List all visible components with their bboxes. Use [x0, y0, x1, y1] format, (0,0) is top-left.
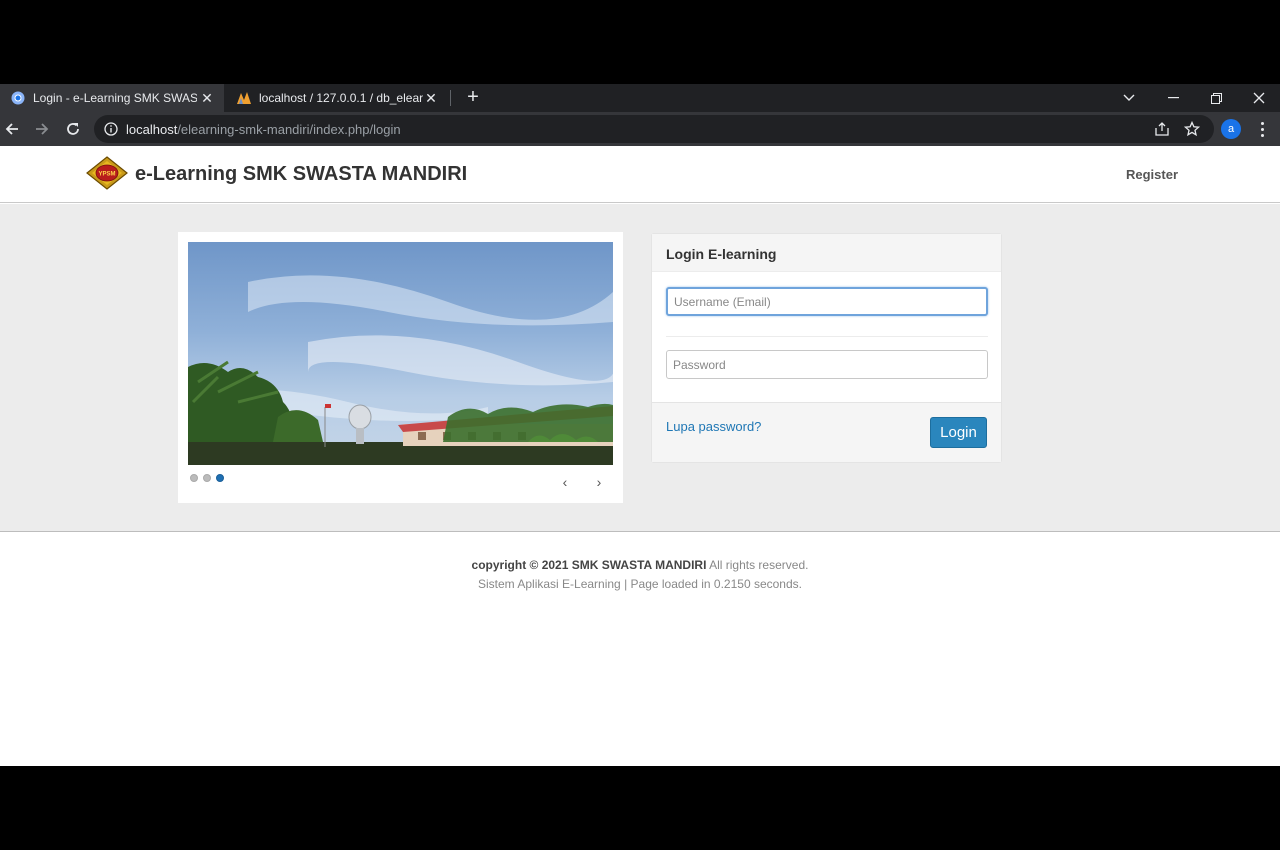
forward-icon[interactable] [30, 117, 54, 141]
profile-avatar[interactable]: a [1221, 119, 1241, 139]
restore-icon[interactable] [1195, 84, 1237, 112]
slider-dots [190, 474, 224, 482]
main-content: ‹ › Login E-learning Lupa password? Logi… [0, 204, 1280, 532]
browser-toolbar: localhost/elearning-smk-mandiri/index.ph… [0, 112, 1280, 146]
username-input[interactable] [666, 287, 988, 316]
site-brand[interactable]: e-Learning SMK SWASTA MANDIRI [135, 163, 467, 186]
password-input[interactable] [666, 350, 988, 379]
tab-title: localhost / 127.0.0.1 / db_elearning [259, 91, 423, 105]
close-window-icon[interactable] [1238, 84, 1280, 112]
copyright-line: copyright © 2021 SMK SWASTA MANDIRI All … [0, 556, 1280, 575]
tab-login[interactable]: Login - e-Learning SMK SWASTA MANDIRI ✕ [0, 84, 224, 112]
copyright-strong: copyright © 2021 SMK SWASTA MANDIRI [471, 558, 707, 572]
svg-text:YPSM: YPSM [98, 172, 115, 178]
slider-dot-3[interactable] [216, 474, 224, 482]
tab-separator [450, 90, 451, 106]
tab-title: Login - e-Learning SMK SWASTA MANDIRI [33, 91, 197, 105]
url-text: localhost/elearning-smk-mandiri/index.ph… [126, 122, 401, 137]
browser-window: Login - e-Learning SMK SWASTA MANDIRI ✕ … [0, 84, 1280, 766]
copyright-rest: All rights reserved. [706, 558, 809, 572]
site-footer: copyright © 2021 SMK SWASTA MANDIRI All … [0, 556, 1280, 594]
minimize-icon[interactable] [1152, 84, 1194, 112]
url-path: /elearning-smk-mandiri/index.php/login [177, 122, 401, 137]
tab-strip: Login - e-Learning SMK SWASTA MANDIRI ✕ … [0, 84, 1280, 112]
site-info-icon[interactable] [103, 121, 119, 137]
new-tab-icon[interactable]: + [462, 86, 484, 108]
address-bar[interactable]: localhost/elearning-smk-mandiri/index.ph… [94, 115, 1214, 143]
register-link[interactable]: Register [1126, 167, 1178, 182]
login-panel-header: Login E-learning [652, 234, 1001, 272]
tab-search-icon[interactable] [1108, 84, 1150, 112]
slide-image [188, 242, 613, 465]
slider-next-icon[interactable]: › [591, 474, 607, 490]
bookmark-star-icon[interactable] [1183, 120, 1201, 138]
login-panel: Login E-learning Lupa password? Login [651, 233, 1002, 463]
url-host: localhost [126, 122, 178, 137]
back-icon[interactable] [0, 117, 24, 141]
footer-system-line: Sistem Aplikasi E-Learning | Page loaded… [478, 577, 802, 591]
slider-dot-2[interactable] [203, 474, 211, 482]
phpmyadmin-favicon-icon [236, 90, 252, 106]
share-icon[interactable] [1153, 120, 1171, 138]
reload-icon[interactable] [61, 117, 85, 141]
screen: Login - e-Learning SMK SWASTA MANDIRI ✕ … [0, 0, 1280, 850]
site-header: YPSM e-Learning SMK SWASTA MANDIRI Regis… [0, 146, 1280, 203]
school-logo: YPSM [85, 156, 129, 190]
chrome-favicon-icon [10, 90, 26, 106]
forgot-password-link[interactable]: Lupa password? [666, 419, 761, 434]
login-button[interactable]: Login [930, 417, 987, 448]
close-tab-icon[interactable]: ✕ [198, 89, 216, 107]
tab-phpmyadmin[interactable]: localhost / 127.0.0.1 / db_elearning ✕ [226, 84, 448, 112]
slider-dot-1[interactable] [190, 474, 198, 482]
slider-prev-icon[interactable]: ‹ [557, 474, 573, 490]
login-title: Login E-learning [666, 246, 777, 262]
login-panel-footer: Lupa password? Login [652, 402, 1001, 462]
close-tab-icon[interactable]: ✕ [422, 89, 440, 107]
field-divider [666, 336, 988, 337]
menu-kebab-icon[interactable] [1252, 117, 1272, 141]
web-page: YPSM e-Learning SMK SWASTA MANDIRI Regis… [0, 146, 1280, 766]
image-slider: ‹ › [178, 232, 623, 503]
